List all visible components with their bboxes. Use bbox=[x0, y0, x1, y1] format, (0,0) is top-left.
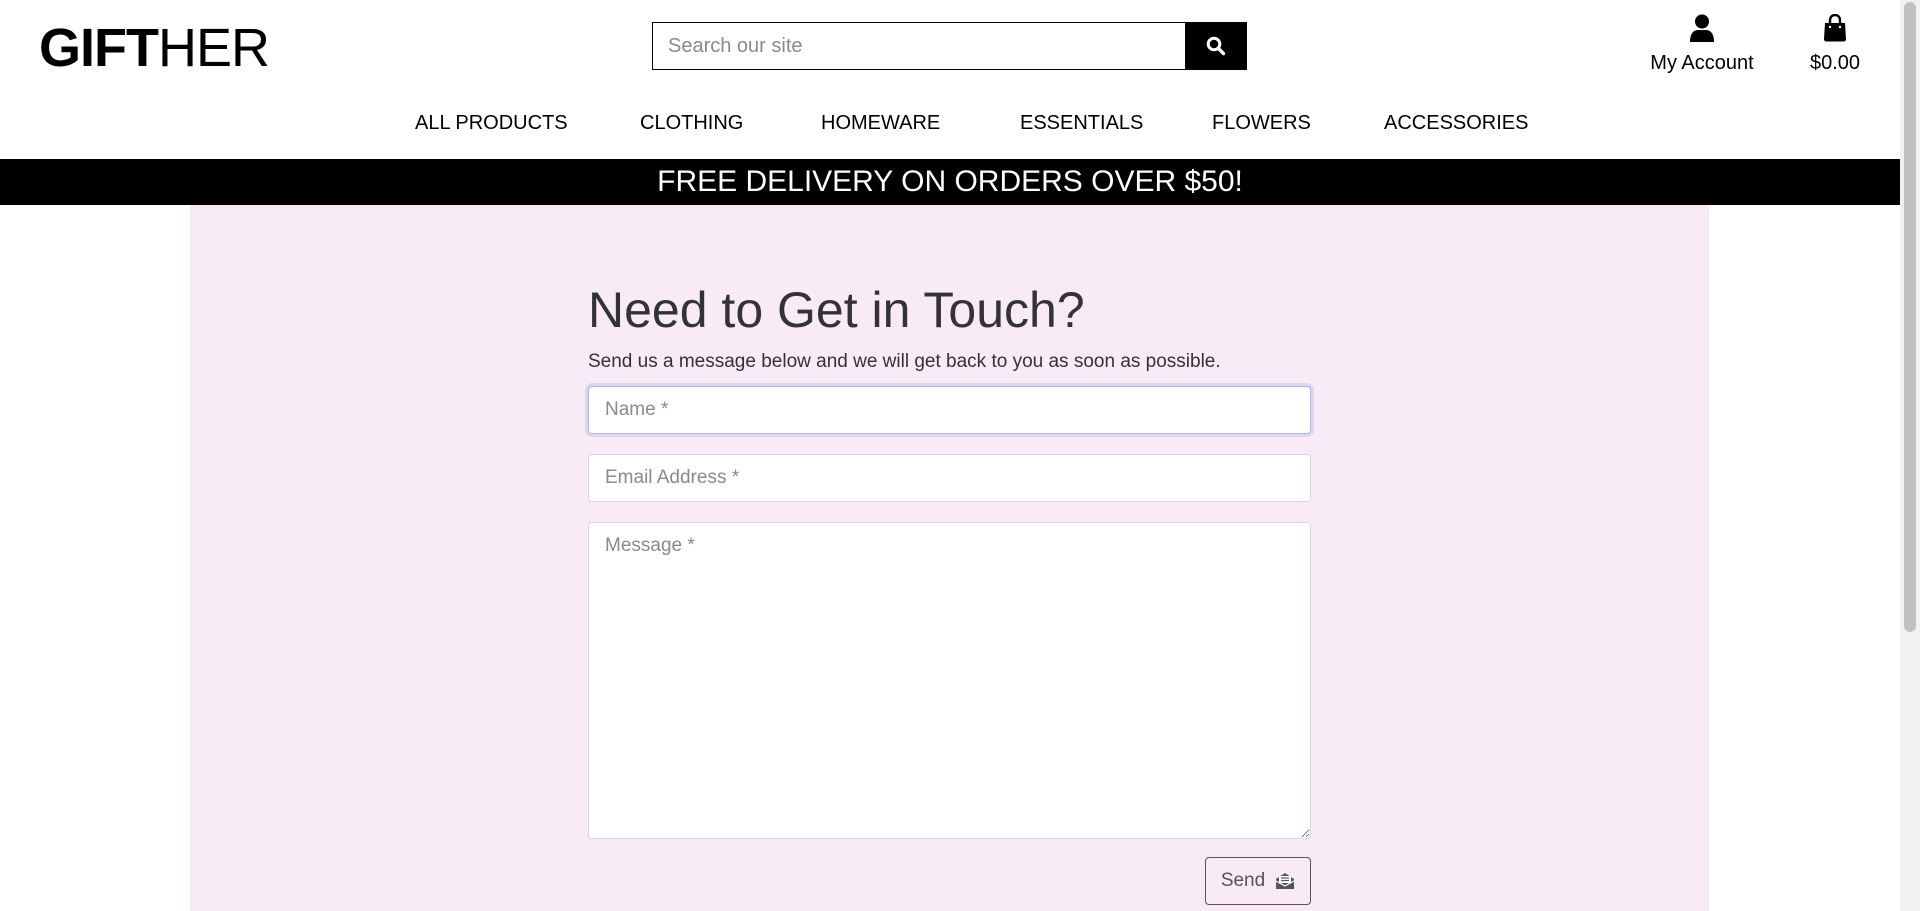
page: GIFTHER My Account bbox=[0, 0, 1920, 911]
scrollbar-thumb[interactable] bbox=[1904, 2, 1916, 632]
send-row: Send bbox=[588, 857, 1311, 911]
page-title: Need to Get in Touch? bbox=[588, 282, 1085, 338]
contact-form: Need to Get in Touch? Send us a message … bbox=[588, 280, 1311, 911]
delivery-banner: FREE DELIVERY ON ORDERS OVER $50! bbox=[0, 159, 1900, 205]
send-button-label: Send bbox=[1220, 870, 1266, 891]
main-nav: ALL PRODUCTS CLOTHING HOMEWARE ESSENTIAL… bbox=[0, 106, 1900, 140]
message-textarea[interactable] bbox=[588, 522, 1311, 839]
email-input[interactable] bbox=[588, 454, 1311, 502]
page-scrollbar[interactable] bbox=[1900, 0, 1920, 911]
name-input[interactable] bbox=[588, 386, 1311, 434]
logo-bold-text: GIFT bbox=[39, 18, 159, 78]
contact-section: Need to Get in Touch? Send us a message … bbox=[190, 205, 1709, 911]
logo-light-text: HER bbox=[157, 18, 270, 78]
shopping-bag-link[interactable]: $0.00 bbox=[1800, 13, 1870, 75]
nav-item-clothing[interactable]: CLOTHING bbox=[640, 106, 743, 140]
envelope-open-icon bbox=[1275, 873, 1295, 889]
search-input[interactable] bbox=[652, 22, 1185, 70]
nav-item-essentials[interactable]: ESSENTIALS bbox=[1020, 106, 1143, 140]
search-icon bbox=[1206, 36, 1226, 56]
nav-item-accessories[interactable]: ACCESSORIES bbox=[1384, 106, 1528, 140]
nav-item-flowers[interactable]: FLOWERS bbox=[1212, 106, 1311, 140]
nav-item-homeware[interactable]: HOMEWARE bbox=[821, 106, 940, 140]
search-button[interactable] bbox=[1185, 22, 1247, 70]
my-account-link[interactable]: My Account bbox=[1642, 14, 1762, 75]
site-logo[interactable]: GIFTHER bbox=[39, 18, 270, 78]
send-button[interactable]: Send bbox=[1205, 857, 1311, 905]
search-form bbox=[652, 22, 1247, 70]
my-account-label: My Account bbox=[1650, 52, 1754, 74]
nav-item-all-products[interactable]: ALL PRODUCTS bbox=[415, 106, 568, 140]
user-icon bbox=[1690, 14, 1714, 42]
page-subtitle: Send us a message below and we will get … bbox=[588, 351, 1221, 372]
bag-total: $0.00 bbox=[1809, 52, 1861, 74]
shopping-bag-icon bbox=[1824, 13, 1846, 42]
site-header: GIFTHER My Account bbox=[0, 0, 1900, 159]
